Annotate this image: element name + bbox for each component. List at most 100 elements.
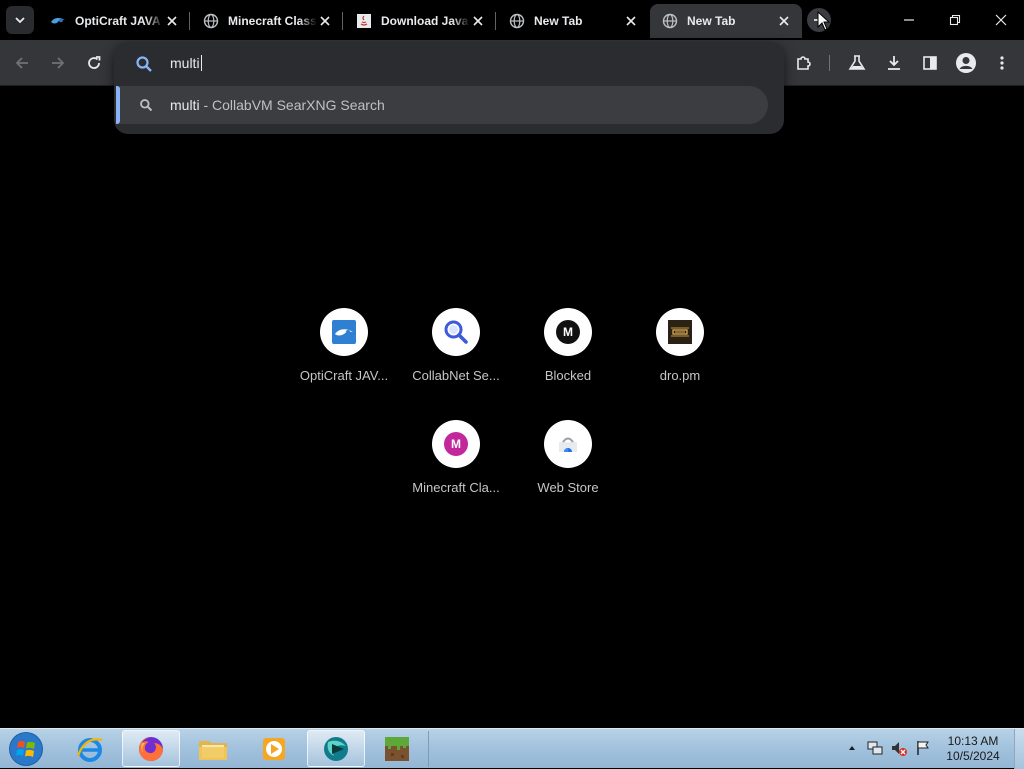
dro-pm-icon	[656, 308, 704, 356]
close-icon[interactable]	[470, 13, 486, 29]
shortcut-label: Web Store	[537, 480, 599, 495]
search-icon	[432, 308, 480, 356]
close-icon[interactable]	[623, 13, 639, 29]
taskbar-separator	[428, 731, 429, 767]
omnibox-suggestion[interactable]: multi - CollabVM SearXNG Search	[116, 86, 768, 124]
show-hidden-icons-button[interactable]	[843, 737, 861, 759]
shortcut-minecraft-classic[interactable]: M Minecraft Cla...	[400, 408, 512, 518]
tray-action-center[interactable]	[914, 737, 932, 759]
tab-opticraft[interactable]: OptiCraft JAVA	[38, 4, 190, 38]
restore-icon	[949, 14, 961, 26]
shortcut-dro-pm[interactable]: dro.pm	[624, 296, 736, 406]
globe-icon	[203, 13, 219, 29]
minecraft-icon	[385, 736, 409, 761]
taskbar-file-explorer[interactable]	[184, 730, 242, 767]
letter-m-dark-icon: M	[544, 308, 592, 356]
shortcut-label: Blocked	[544, 368, 592, 383]
downloads-button[interactable]	[881, 50, 907, 76]
shortcut-label: CollabNet Se...	[412, 368, 500, 383]
clock-time: 10:13 AM	[947, 734, 999, 748]
internet-explorer-icon	[76, 737, 103, 762]
suggestion-query: multi	[170, 97, 200, 113]
globe-icon	[509, 13, 525, 29]
tab-title: Download Java	[381, 14, 469, 28]
shortcut-label: OptiCraft JAV...	[299, 368, 389, 383]
show-desktop-button[interactable]	[1014, 729, 1024, 769]
tab-new-tab[interactable]: New Tab	[497, 4, 649, 38]
taskbar-internet-explorer[interactable]	[61, 730, 119, 767]
tab-minecraft-classic[interactable]: Minecraft Classic	[191, 4, 343, 38]
avatar-icon	[956, 53, 976, 73]
arrow-right-icon	[52, 57, 65, 69]
tab-title: New Tab	[534, 14, 583, 28]
minimize-button[interactable]	[886, 0, 932, 40]
clock-date: 10/5/2024	[946, 749, 1000, 763]
mouse-cursor-icon	[817, 11, 831, 31]
system-clock[interactable]: 10:13 AM 10/5/2024	[934, 734, 1012, 764]
tab-title: Minecraft Classic	[228, 14, 317, 28]
suggestion-text: multi - CollabVM SearXNG Search	[170, 97, 385, 113]
tab-strip: OptiCraft JAVA Minecraft Classic Downloa…	[0, 0, 1024, 40]
close-icon	[995, 14, 1007, 26]
flag-icon	[917, 741, 929, 755]
profile-button[interactable]	[953, 50, 979, 76]
taskbar-media-player[interactable]	[245, 730, 303, 767]
shortcut-opticraft[interactable]: OptiCraft JAV...	[288, 296, 400, 406]
close-icon[interactable]	[164, 13, 180, 29]
reload-button[interactable]	[81, 50, 107, 76]
extensions-button[interactable]	[791, 50, 817, 76]
tray-volume[interactable]	[890, 737, 908, 759]
tray-network[interactable]	[866, 737, 884, 759]
minimize-icon	[904, 19, 914, 21]
search-icon	[136, 56, 152, 72]
puzzle-icon	[797, 56, 811, 70]
toolbar-divider	[829, 55, 830, 71]
restore-button[interactable]	[932, 0, 978, 40]
tab-separator	[189, 12, 190, 30]
forward-button[interactable]	[45, 50, 71, 76]
letter-m-pink-icon: M	[432, 420, 480, 468]
close-icon[interactable]	[317, 13, 333, 29]
labs-button[interactable]	[844, 50, 870, 76]
tab-title: New Tab	[687, 14, 736, 28]
shortcut-label: dro.pm	[659, 368, 701, 383]
taskbar-minecraft[interactable]	[368, 730, 426, 767]
more-vertical-icon	[1000, 56, 1004, 70]
search-icon	[140, 99, 153, 112]
tab-download-java[interactable]: Download Java	[344, 4, 496, 38]
chevron-up-icon	[849, 746, 855, 750]
shortcut-label: Minecraft Cla...	[412, 480, 500, 495]
opticraft-icon	[50, 13, 66, 29]
reload-icon	[88, 56, 101, 69]
windows-logo-icon	[9, 732, 43, 766]
tab-separator	[495, 12, 496, 30]
flask-icon	[848, 55, 866, 70]
address-input-value: multi	[170, 55, 200, 71]
suggestion-highlight-bar	[116, 86, 120, 124]
address-input[interactable]: multi	[170, 55, 202, 71]
opticraft-icon	[320, 308, 368, 356]
file-explorer-icon	[199, 740, 227, 760]
text-caret	[200, 55, 202, 71]
side-panel-icon	[923, 56, 937, 70]
close-window-button[interactable]	[978, 0, 1024, 40]
shortcut-blocked[interactable]: M Blocked	[512, 296, 624, 406]
close-icon[interactable]	[776, 13, 792, 29]
side-panel-button[interactable]	[917, 50, 943, 76]
tab-title: OptiCraft JAVA	[75, 14, 161, 28]
menu-button[interactable]	[989, 50, 1015, 76]
suggestion-engine: CollabVM SearXNG Search	[212, 97, 385, 113]
suggestion-separator: -	[199, 97, 213, 113]
globe-icon	[662, 13, 678, 29]
arrow-left-icon	[15, 57, 28, 69]
shortcut-collabnet[interactable]: CollabNet Se...	[400, 296, 512, 406]
taskbar-firefox[interactable]	[122, 730, 180, 767]
shortcut-web-store[interactable]: Web Store	[512, 408, 624, 518]
tab-new-tab-active[interactable]: New Tab	[650, 4, 802, 38]
taskbar-browser[interactable]	[307, 730, 365, 767]
tab-search-button[interactable]	[6, 6, 34, 34]
back-button[interactable]	[9, 50, 35, 76]
java-icon	[356, 13, 372, 29]
chevron-down-icon	[15, 17, 25, 24]
start-button[interactable]	[4, 730, 48, 768]
